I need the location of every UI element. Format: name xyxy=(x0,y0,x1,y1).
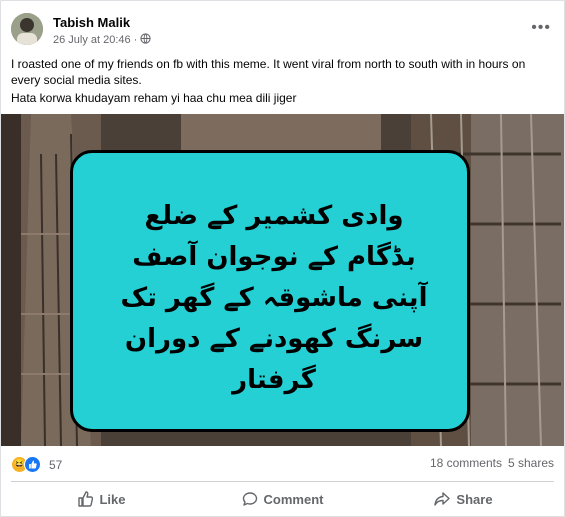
meme-line: سرنگ کھودنے کے دوران xyxy=(124,324,424,354)
engagement-counts: 18 comments 5 shares xyxy=(430,456,554,470)
post-stats: 😆 57 18 comments 5 shares xyxy=(11,456,554,474)
like-button[interactable]: Like xyxy=(11,485,192,513)
meta-separator: · xyxy=(133,34,138,46)
actions-divider xyxy=(11,481,554,482)
author-name[interactable]: Tabish Malik xyxy=(53,15,130,30)
post-text: I roasted one of my friends on fb with t… xyxy=(11,56,556,108)
post-text-line: Hata korwa khudayam reham yi haa chu mea… xyxy=(11,91,297,105)
comment-button[interactable]: Comment xyxy=(192,485,373,513)
post-actions: Like Comment Share xyxy=(11,485,554,513)
reaction-count: 57 xyxy=(49,457,63,472)
post-text-line: I roasted one of my friends on fb with t… xyxy=(11,57,526,87)
author-avatar[interactable] xyxy=(11,13,43,45)
share-button[interactable]: Share xyxy=(373,485,554,513)
meme-text: وادی کشمیر کے ضلع بڈگام کے نوجوان آصف آپ… xyxy=(79,196,469,401)
post-timestamp[interactable]: 26 July at 20:46 xyxy=(53,34,131,46)
like-label: Like xyxy=(99,491,126,507)
meme-line: آپنی ماشوقہ کے گھر تک xyxy=(120,283,428,313)
comment-label: Comment xyxy=(263,491,324,507)
comments-count[interactable]: 18 comments xyxy=(430,456,502,470)
share-label: Share xyxy=(456,491,493,507)
thumbs-up-icon xyxy=(77,491,94,507)
reactions-summary[interactable]: 😆 57 xyxy=(11,456,62,473)
globe-icon xyxy=(140,33,151,47)
more-options-icon[interactable]: ••• xyxy=(531,19,551,37)
post-card: Tabish Malik 26 July at 20:46 · ••• I ro… xyxy=(0,0,565,517)
comment-bubble-icon xyxy=(242,491,258,507)
like-icon xyxy=(24,456,41,473)
post-header: Tabish Malik 26 July at 20:46 · ••• xyxy=(11,13,551,53)
meme-line: بڈگام کے نوجوان آصف xyxy=(132,242,416,272)
meme-line: گرفتار xyxy=(232,365,316,395)
post-meta: 26 July at 20:46 · xyxy=(53,33,151,47)
share-arrow-icon xyxy=(434,491,451,507)
post-image[interactable]: وادی کشمیر کے ضلع بڈگام کے نوجوان آصف آپ… xyxy=(1,114,564,446)
meme-line: وادی کشمیر کے ضلع xyxy=(144,201,404,231)
shares-count[interactable]: 5 shares xyxy=(508,456,554,470)
